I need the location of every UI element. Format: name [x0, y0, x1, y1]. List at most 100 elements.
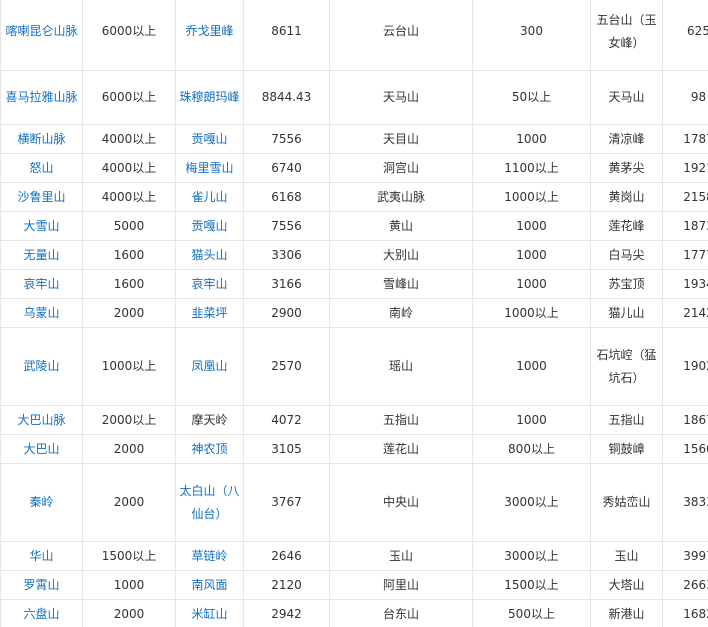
cell-mountain-name: 台东山 — [329, 599, 473, 627]
cell-range-name[interactable]: 哀牢山 — [0, 269, 83, 299]
cell-mountain-name: 中央山 — [329, 463, 473, 542]
cell-peak-height: 6168 — [243, 182, 330, 212]
cell-summit-height: 1921 — [662, 153, 708, 183]
cell-summit-height: 2663 — [662, 570, 708, 600]
cell-range-altitude: 4000以上 — [82, 153, 176, 183]
cell-summit-name: 猫儿山 — [590, 298, 663, 328]
cell-peak-name[interactable]: 乔戈里峰 — [175, 0, 244, 71]
table-row: 大巴山2000神农顶3105莲花山800以上铜鼓嶂1560 — [0, 434, 708, 464]
cell-range-name[interactable]: 怒山 — [0, 153, 83, 183]
cell-mountain-name: 天目山 — [329, 124, 473, 154]
cell-range-altitude: 4000以上 — [82, 124, 176, 154]
cell-summit-name: 天马山 — [590, 70, 663, 125]
cell-mountain-altitude: 1000 — [472, 269, 591, 299]
cell-range-name[interactable]: 六盘山 — [0, 599, 83, 627]
cell-peak-height: 8844.43 — [243, 70, 330, 125]
cell-mountain-name: 阿里山 — [329, 570, 473, 600]
cell-range-name[interactable]: 沙鲁里山 — [0, 182, 83, 212]
cell-peak-height: 7556 — [243, 124, 330, 154]
cell-summit-height: 98 — [662, 70, 708, 125]
cell-range-name[interactable]: 大巴山 — [0, 434, 83, 464]
cell-range-altitude: 1600 — [82, 269, 176, 299]
cell-peak-name[interactable]: 凤凰山 — [175, 327, 244, 406]
cell-peak-name[interactable]: 贡嘎山 — [175, 124, 244, 154]
cell-range-altitude: 1500以上 — [82, 541, 176, 571]
cell-peak-name[interactable]: 猫头山 — [175, 240, 244, 270]
cell-summit-name: 五台山（玉女峰） — [590, 0, 663, 71]
table-row: 秦岭2000太白山（八仙台）3767中央山3000以上秀姑峦山3833 — [0, 463, 708, 542]
table-body: 喀喇昆仑山脉 6000以上 乔戈里峰 8611 云台山 300 五台山（玉女峰） 625 喜马拉… — [0, 0, 708, 627]
cell-mountain-name: 瑶山 — [329, 327, 473, 406]
table-row: 华山1500以上草链岭2646玉山3000以上玉山3997 — [0, 541, 708, 571]
table-row: 沙鲁里山4000以上雀儿山6168武夷山脉1000以上黄岗山2158 — [0, 182, 708, 212]
cell-range-altitude: 1000 — [82, 570, 176, 600]
cell-peak-name[interactable]: 南风面 — [175, 570, 244, 600]
cell-peak-height: 2646 — [243, 541, 330, 571]
cell-mountain-altitude: 500以上 — [472, 599, 591, 627]
cell-range-name[interactable]: 秦岭 — [0, 463, 83, 542]
cell-peak-name[interactable]: 雀儿山 — [175, 182, 244, 212]
cell-summit-height: 1777 — [662, 240, 708, 270]
cell-mountain-altitude: 1100以上 — [472, 153, 591, 183]
cell-summit-name: 大塔山 — [590, 570, 663, 600]
cell-peak-height: 2900 — [243, 298, 330, 328]
cell-peak-height: 3166 — [243, 269, 330, 299]
cell-range-name[interactable]: 罗霄山 — [0, 570, 83, 600]
cell-peak-height: 6740 — [243, 153, 330, 183]
cell-mountain-name: 五指山 — [329, 405, 473, 435]
cell-summit-name: 玉山 — [590, 541, 663, 571]
cell-mountain-altitude: 1000 — [472, 240, 591, 270]
cell-range-name[interactable]: 横断山脉 — [0, 124, 83, 154]
cell-summit-height: 625 — [662, 0, 708, 71]
cell-range-altitude: 1000以上 — [82, 327, 176, 406]
cell-mountain-name: 大别山 — [329, 240, 473, 270]
table-viewport: 喀喇昆仑山脉 6000以上 乔戈里峰 8611 云台山 300 五台山（玉女峰） 625 喜马拉… — [0, 0, 708, 627]
cell-peak-name[interactable]: 神农顶 — [175, 434, 244, 464]
cell-summit-height: 1873 — [662, 211, 708, 241]
cell-peak-name[interactable]: 太白山（八仙台） — [175, 463, 244, 542]
cell-peak-height: 3105 — [243, 434, 330, 464]
table-row: 乌蒙山2000韭菜坪2900南岭1000以上猫儿山2142 — [0, 298, 708, 328]
table-row: 武陵山1000以上凤凰山2570瑶山1000石坑崆（猛坑石）1902 — [0, 327, 708, 406]
cell-summit-name: 秀姑峦山 — [590, 463, 663, 542]
cell-range-altitude: 6000以上 — [82, 70, 176, 125]
cell-peak-name[interactable]: 韭菜坪 — [175, 298, 244, 328]
cell-mountain-altitude: 1500以上 — [472, 570, 591, 600]
cell-peak-name[interactable]: 贡嘎山 — [175, 211, 244, 241]
cell-peak-name[interactable]: 米缸山 — [175, 599, 244, 627]
cell-range-name[interactable]: 无量山 — [0, 240, 83, 270]
table-row: 大巴山脉2000以上摩天岭4072五指山1000五指山1867 — [0, 405, 708, 435]
cell-peak-name[interactable]: 梅里雪山 — [175, 153, 244, 183]
cell-peak-name[interactable]: 珠穆朗玛峰 — [175, 70, 244, 125]
cell-range-name[interactable]: 大巴山脉 — [0, 405, 83, 435]
cell-peak-name[interactable]: 草链岭 — [175, 541, 244, 571]
cell-summit-name: 莲花峰 — [590, 211, 663, 241]
cell-summit-name: 五指山 — [590, 405, 663, 435]
cell-mountain-altitude: 1000 — [472, 405, 591, 435]
cell-summit-height: 2142 — [662, 298, 708, 328]
cell-range-name[interactable]: 喀喇昆仑山脉 — [0, 0, 83, 71]
cell-peak-name[interactable]: 哀牢山 — [175, 269, 244, 299]
cell-range-altitude: 2000 — [82, 298, 176, 328]
cell-range-name[interactable]: 大雪山 — [0, 211, 83, 241]
cell-mountain-altitude: 1000 — [472, 211, 591, 241]
cell-range-name[interactable]: 喜马拉雅山脉 — [0, 70, 83, 125]
cell-range-name[interactable]: 乌蒙山 — [0, 298, 83, 328]
cell-summit-height: 2158 — [662, 182, 708, 212]
cell-summit-name: 白马尖 — [590, 240, 663, 270]
cell-summit-name: 黄岗山 — [590, 182, 663, 212]
cell-summit-height: 1560 — [662, 434, 708, 464]
cell-range-altitude: 6000以上 — [82, 0, 176, 71]
cell-range-name[interactable]: 华山 — [0, 541, 83, 571]
cell-mountain-altitude: 50以上 — [472, 70, 591, 125]
cell-range-name[interactable]: 武陵山 — [0, 327, 83, 406]
cell-range-altitude: 2000 — [82, 434, 176, 464]
cell-mountain-name: 天马山 — [329, 70, 473, 125]
cell-mountain-name: 南岭 — [329, 298, 473, 328]
cell-peak-height: 2942 — [243, 599, 330, 627]
table-row: 横断山脉4000以上贡嘎山7556天目山1000清凉峰1787 — [0, 124, 708, 154]
cell-mountain-altitude: 1000 — [472, 327, 591, 406]
cell-range-altitude: 5000 — [82, 211, 176, 241]
cell-range-altitude: 2000 — [82, 463, 176, 542]
table-row: 六盘山2000米缸山2942台东山500以上新港山1682 — [0, 599, 708, 627]
